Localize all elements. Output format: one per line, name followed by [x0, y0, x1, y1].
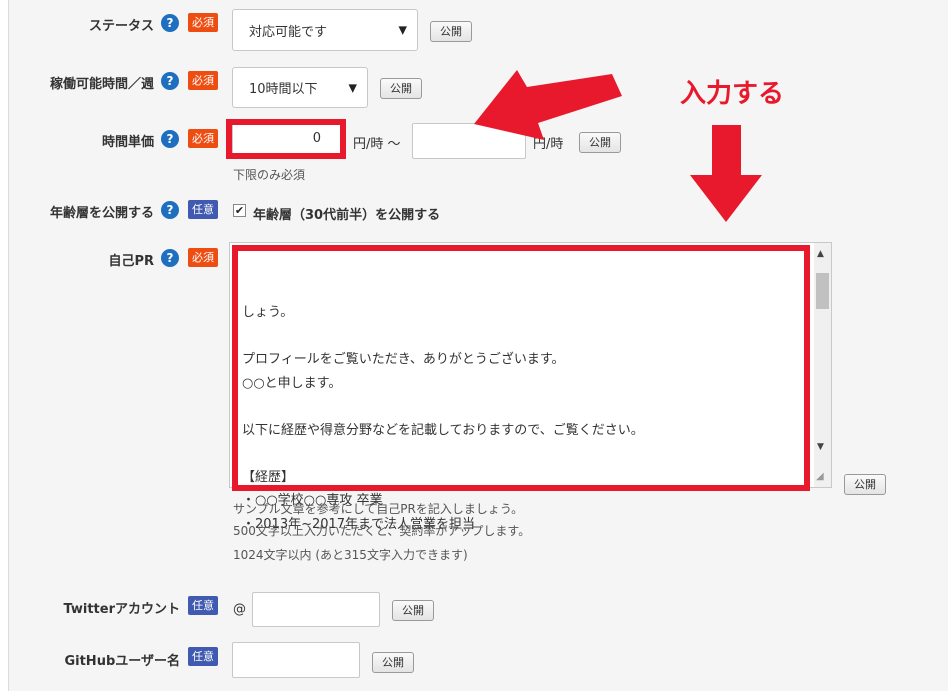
arrow-left-icon	[474, 70, 622, 140]
annotation-arrows	[474, 70, 762, 222]
arrow-down-icon	[690, 125, 762, 222]
